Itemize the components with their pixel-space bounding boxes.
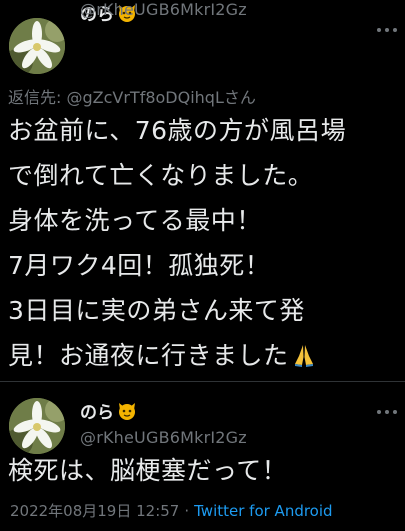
user-handle[interactable]: @rKheUGB6MkrI2Gz [80, 428, 247, 447]
source-link[interactable]: Twitter for Android [194, 502, 332, 520]
avatar[interactable] [9, 398, 65, 454]
tweet-metadata: 2022年08月19日 12:57 · Twitter for Android [10, 502, 333, 520]
reply-mention-link[interactable]: @gZcVrTf8oDQihqL [66, 88, 223, 107]
more-options-icon[interactable] [377, 22, 397, 38]
display-name[interactable]: のら [80, 398, 137, 426]
more-options-icon[interactable] [377, 404, 397, 420]
divider [0, 381, 405, 382]
timestamp[interactable]: 2022年08月19日 12:57 [10, 502, 179, 520]
avatar-lily-photo [9, 18, 65, 74]
tweet-text: お盆前に、76歳の方が風呂場 で倒れて亡くなりました。 身体を洗ってる最中！ 7… [8, 108, 400, 382]
folded-hands-emoji [291, 337, 317, 382]
tweet-text: 検死は、脳梗塞だって！ [8, 456, 288, 485]
user-handle[interactable]: @rKheUGB6MkrI2Gz [80, 0, 247, 19]
avatar-lily-photo [9, 398, 65, 454]
reply-context: 返信先: @gZcVrTf8oDQihqLさん [8, 88, 256, 107]
cat-face-emoji [117, 401, 137, 426]
avatar[interactable] [9, 18, 65, 74]
